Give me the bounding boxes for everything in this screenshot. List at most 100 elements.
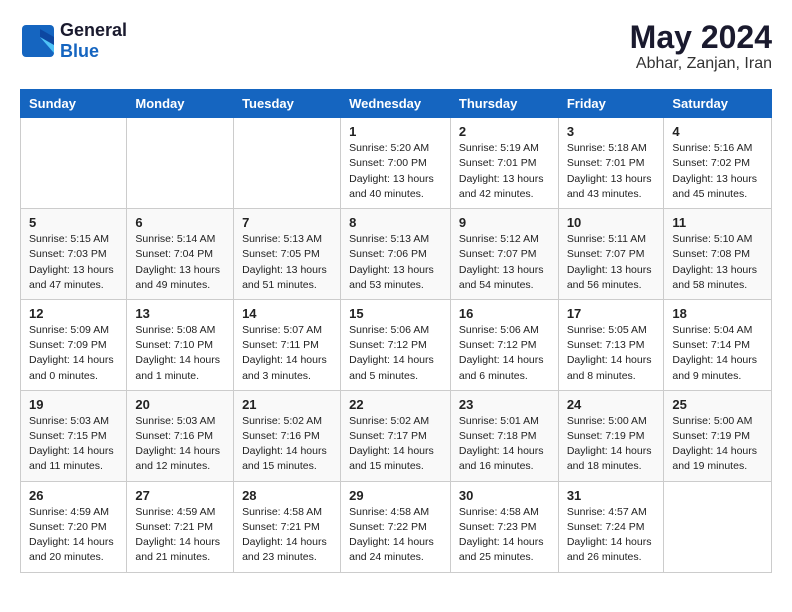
day-info: Sunrise: 5:10 AM Sunset: 7:08 PM Dayligh… [672,232,763,293]
calendar-cell [127,118,234,209]
day-number: 28 [242,488,332,503]
daylight-text: Daylight: 14 hours and 5 minutes. [349,354,434,381]
sunrise-text: Sunrise: 5:06 AM [459,324,539,336]
daylight-text: Daylight: 13 hours and 49 minutes. [135,264,220,291]
day-number: 21 [242,397,332,412]
calendar-cell: 6 Sunrise: 5:14 AM Sunset: 7:04 PM Dayli… [127,209,234,300]
sunset-text: Sunset: 7:20 PM [29,521,107,533]
calendar-cell: 5 Sunrise: 5:15 AM Sunset: 7:03 PM Dayli… [21,209,127,300]
day-info: Sunrise: 4:58 AM Sunset: 7:22 PM Dayligh… [349,505,442,566]
calendar-cell: 4 Sunrise: 5:16 AM Sunset: 7:02 PM Dayli… [664,118,772,209]
calendar-cell: 24 Sunrise: 5:00 AM Sunset: 7:19 PM Dayl… [558,390,664,481]
day-info: Sunrise: 5:16 AM Sunset: 7:02 PM Dayligh… [672,141,763,202]
day-info: Sunrise: 5:08 AM Sunset: 7:10 PM Dayligh… [135,323,225,384]
calendar-cell [664,481,772,572]
daylight-text: Daylight: 13 hours and 40 minutes. [349,173,434,200]
sunset-text: Sunset: 7:08 PM [672,248,750,260]
day-info: Sunrise: 5:06 AM Sunset: 7:12 PM Dayligh… [349,323,442,384]
sunrise-text: Sunrise: 5:16 AM [672,142,752,154]
calendar-cell: 13 Sunrise: 5:08 AM Sunset: 7:10 PM Dayl… [127,299,234,390]
daylight-text: Daylight: 14 hours and 18 minutes. [567,445,652,472]
sunrise-text: Sunrise: 4:58 AM [459,506,539,518]
logo-general: General [60,20,127,41]
calendar-cell: 22 Sunrise: 5:02 AM Sunset: 7:17 PM Dayl… [341,390,451,481]
sunset-text: Sunset: 7:06 PM [349,248,427,260]
daylight-text: Daylight: 14 hours and 25 minutes. [459,536,544,563]
sunrise-text: Sunrise: 5:02 AM [349,415,429,427]
daylight-text: Daylight: 14 hours and 15 minutes. [242,445,327,472]
calendar-cell: 7 Sunrise: 5:13 AM Sunset: 7:05 PM Dayli… [234,209,341,300]
calendar-cell: 10 Sunrise: 5:11 AM Sunset: 7:07 PM Dayl… [558,209,664,300]
sunrise-text: Sunrise: 5:05 AM [567,324,647,336]
sunrise-text: Sunrise: 5:14 AM [135,233,215,245]
calendar-week-row: 19 Sunrise: 5:03 AM Sunset: 7:15 PM Dayl… [21,390,772,481]
calendar-cell: 3 Sunrise: 5:18 AM Sunset: 7:01 PM Dayli… [558,118,664,209]
day-number: 8 [349,215,442,230]
sunset-text: Sunset: 7:04 PM [135,248,213,260]
logo-blue: Blue [60,41,127,62]
sunrise-text: Sunrise: 5:04 AM [672,324,752,336]
sunrise-text: Sunrise: 5:15 AM [29,233,109,245]
calendar-body: 1 Sunrise: 5:20 AM Sunset: 7:00 PM Dayli… [21,118,772,572]
daylight-text: Daylight: 13 hours and 54 minutes. [459,264,544,291]
calendar-cell: 23 Sunrise: 5:01 AM Sunset: 7:18 PM Dayl… [450,390,558,481]
day-info: Sunrise: 5:20 AM Sunset: 7:00 PM Dayligh… [349,141,442,202]
day-number: 20 [135,397,225,412]
sunrise-text: Sunrise: 5:00 AM [567,415,647,427]
day-info: Sunrise: 5:02 AM Sunset: 7:17 PM Dayligh… [349,414,442,475]
calendar-cell: 15 Sunrise: 5:06 AM Sunset: 7:12 PM Dayl… [341,299,451,390]
calendar-cell: 12 Sunrise: 5:09 AM Sunset: 7:09 PM Dayl… [21,299,127,390]
sunset-text: Sunset: 7:19 PM [567,430,645,442]
sunset-text: Sunset: 7:19 PM [672,430,750,442]
day-info: Sunrise: 4:58 AM Sunset: 7:23 PM Dayligh… [459,505,550,566]
sunrise-text: Sunrise: 5:13 AM [242,233,322,245]
day-info: Sunrise: 5:03 AM Sunset: 7:16 PM Dayligh… [135,414,225,475]
sunrise-text: Sunrise: 4:58 AM [349,506,429,518]
weekday-header-row: SundayMondayTuesdayWednesdayThursdayFrid… [21,90,772,118]
calendar-cell: 11 Sunrise: 5:10 AM Sunset: 7:08 PM Dayl… [664,209,772,300]
day-number: 27 [135,488,225,503]
calendar-cell: 30 Sunrise: 4:58 AM Sunset: 7:23 PM Dayl… [450,481,558,572]
day-info: Sunrise: 5:03 AM Sunset: 7:15 PM Dayligh… [29,414,118,475]
day-info: Sunrise: 5:11 AM Sunset: 7:07 PM Dayligh… [567,232,656,293]
day-number: 22 [349,397,442,412]
sunrise-text: Sunrise: 5:09 AM [29,324,109,336]
sunrise-text: Sunrise: 4:59 AM [135,506,215,518]
sunrise-text: Sunrise: 4:59 AM [29,506,109,518]
day-number: 1 [349,124,442,139]
daylight-text: Daylight: 13 hours and 43 minutes. [567,173,652,200]
logo-icon [20,23,56,59]
sunset-text: Sunset: 7:13 PM [567,339,645,351]
day-info: Sunrise: 5:01 AM Sunset: 7:18 PM Dayligh… [459,414,550,475]
weekday-header-cell: Thursday [450,90,558,118]
sunrise-text: Sunrise: 5:12 AM [459,233,539,245]
day-info: Sunrise: 5:09 AM Sunset: 7:09 PM Dayligh… [29,323,118,384]
sunset-text: Sunset: 7:14 PM [672,339,750,351]
sunset-text: Sunset: 7:10 PM [135,339,213,351]
day-number: 4 [672,124,763,139]
sunset-text: Sunset: 7:21 PM [242,521,320,533]
sunrise-text: Sunrise: 5:11 AM [567,233,646,245]
day-info: Sunrise: 5:00 AM Sunset: 7:19 PM Dayligh… [567,414,656,475]
day-number: 11 [672,215,763,230]
day-number: 12 [29,306,118,321]
page-header: General Blue May 2024 Abhar, Zanjan, Ira… [20,20,772,73]
day-info: Sunrise: 5:13 AM Sunset: 7:06 PM Dayligh… [349,232,442,293]
day-number: 25 [672,397,763,412]
day-number: 9 [459,215,550,230]
sunset-text: Sunset: 7:00 PM [349,157,427,169]
sunset-text: Sunset: 7:16 PM [135,430,213,442]
sunrise-text: Sunrise: 5:06 AM [349,324,429,336]
daylight-text: Daylight: 14 hours and 11 minutes. [29,445,114,472]
calendar-cell [234,118,341,209]
sunrise-text: Sunrise: 5:02 AM [242,415,322,427]
sunset-text: Sunset: 7:09 PM [29,339,107,351]
sunset-text: Sunset: 7:03 PM [29,248,107,260]
page-subtitle: Abhar, Zanjan, Iran [630,55,772,73]
day-info: Sunrise: 4:58 AM Sunset: 7:21 PM Dayligh… [242,505,332,566]
calendar-cell: 20 Sunrise: 5:03 AM Sunset: 7:16 PM Dayl… [127,390,234,481]
calendar-cell: 21 Sunrise: 5:02 AM Sunset: 7:16 PM Dayl… [234,390,341,481]
weekday-header-cell: Wednesday [341,90,451,118]
sunrise-text: Sunrise: 5:01 AM [459,415,539,427]
calendar-cell: 8 Sunrise: 5:13 AM Sunset: 7:06 PM Dayli… [341,209,451,300]
